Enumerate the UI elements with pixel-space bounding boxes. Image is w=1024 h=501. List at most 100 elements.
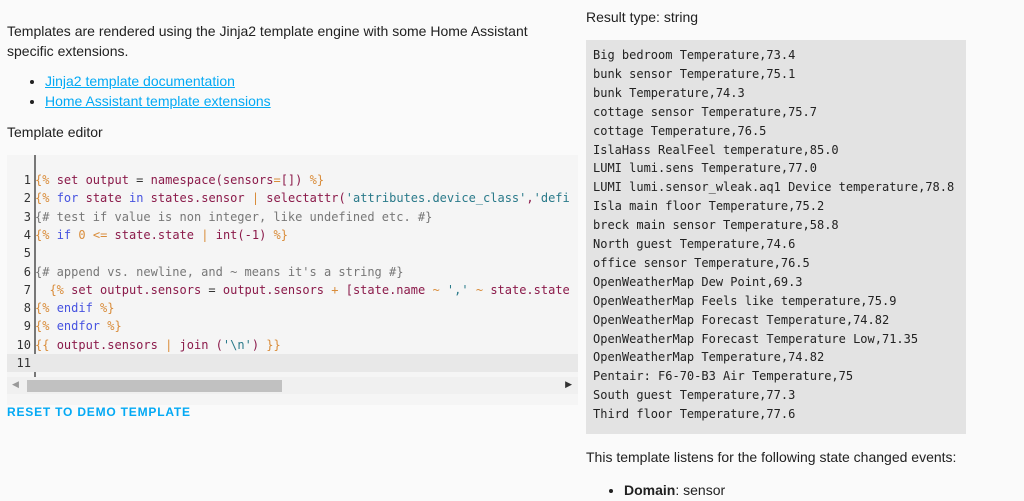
code-token: {# test if value is non integer, like un… <box>35 209 433 224</box>
code-token: ',' <box>446 282 469 297</box>
code-token: ) <box>251 337 267 352</box>
code-token: '\n' <box>222 337 252 352</box>
result-line: cottage Temperature,76.5 <box>593 123 767 138</box>
listen-domain-list: Domain: sensor <box>606 482 725 498</box>
code-token: selectattr( <box>266 191 346 206</box>
scroll-left-icon[interactable]: ◀ <box>12 379 19 390</box>
code-token: 'defi <box>533 191 570 206</box>
code-line[interactable]: 2 {% for state in states.sensor | selecta… <box>7 189 578 207</box>
line-number: 1 <box>23 173 31 187</box>
code-line[interactable]: 10 {{ output.sensors | join ('\n') }} <box>7 336 578 354</box>
domain-label: Domain <box>624 482 676 498</box>
result-line: IslaHass RealFeel temperature,85.0 <box>593 142 839 157</box>
code-token: {% <box>35 301 50 316</box>
template-editor[interactable]: 1 {% set output = namespace(sensors=[]) %… <box>7 155 578 405</box>
code-token: states.sensor <box>150 191 245 206</box>
result-line: LUMI lumi.sensor_wleak.aq1 Device temper… <box>593 180 955 195</box>
code-token: %} <box>107 319 122 334</box>
code-token: []) <box>280 173 310 187</box>
code-token: {# append vs. newline, and ~ means it's … <box>35 264 404 279</box>
code-line[interactable]: 11 <box>7 354 578 372</box>
code-text: {{ output.sensors | join ('\n') }} <box>35 336 281 354</box>
line-number: 8 <box>23 301 31 316</box>
code-text: {% if 0 <= state.state | int(-1) %} <box>35 226 288 244</box>
code-text: {# test if value is non integer, like un… <box>35 208 432 226</box>
result-line: Big bedroom Temperature,73.4 <box>593 48 796 62</box>
result-line: LUMI lumi.sens Temperature,77.0 <box>593 161 817 176</box>
result-line: OpenWeatherMap Forecast Temperature,74.8… <box>593 312 890 327</box>
code-token: , <box>526 191 534 206</box>
code-line[interactable]: 9 {% endfor %} <box>7 317 578 335</box>
code-text: {% endfor %} <box>35 317 122 335</box>
code-line[interactable]: 7 {% set output.sensors = output.sensors… <box>7 281 578 299</box>
code-line[interactable]: 8 {% endif %} <box>7 299 578 317</box>
result-line: office sensor Temperature,76.5 <box>593 255 810 270</box>
result-line: Isla main floor Temperature,75.2 <box>593 199 825 214</box>
code-token: for <box>56 191 79 206</box>
code-line[interactable]: 5 <box>7 244 578 262</box>
result-line: South guest Temperature,77.3 <box>593 388 796 403</box>
line-number: 3 <box>23 209 31 224</box>
scrollbar-thumb[interactable] <box>27 380 282 392</box>
listens-text: This template listens for the following … <box>586 449 957 465</box>
result-line: Third floor Temperature,77.6 <box>593 407 796 422</box>
code-token: {{ <box>35 337 50 352</box>
code-token: }} <box>266 337 281 352</box>
code-token: = <box>273 173 281 187</box>
code-token: {% <box>35 173 50 187</box>
line-number: 9 <box>23 319 31 334</box>
code-token: {% <box>35 319 50 334</box>
code-token: 0 <box>78 227 86 242</box>
code-token: %} <box>273 227 288 242</box>
code-text: {# append vs. newline, and ~ means it's … <box>35 263 403 281</box>
code-token: ~ <box>475 282 484 297</box>
code-token: = <box>128 173 151 187</box>
code-token: set output.sensors <box>71 282 202 297</box>
reset-to-demo-template-button[interactable]: RESET TO DEMO TEMPLATE <box>7 405 191 419</box>
code-token: {% <box>35 191 50 206</box>
code-line[interactable]: 4 {% if 0 <= state.state | int(-1) %} <box>7 226 578 244</box>
code-text: {% for state in states.sensor | selectat… <box>35 189 570 207</box>
code-token: 'attributes.device_class' <box>345 191 527 206</box>
code-line[interactable]: 1 {% set output = namespace(sensors=[]) %… <box>7 171 578 189</box>
code-line[interactable]: 6 {# append vs. newline, and ~ means it's… <box>7 263 578 281</box>
result-line: North guest Temperature,74.6 <box>593 237 796 251</box>
scroll-right-icon[interactable]: ▶ <box>565 379 572 390</box>
line-number: 6 <box>23 264 31 279</box>
jinja2-docs-link[interactable]: Jinja2 template documentation <box>45 73 235 89</box>
result-type: Result type: string <box>586 9 699 25</box>
code-text: {% endif %} <box>35 299 115 317</box>
code-token: ~ <box>432 282 440 297</box>
code-token: int(-1) <box>215 227 274 242</box>
code-token: {% <box>35 227 50 242</box>
code-token: output.sensors <box>222 282 325 297</box>
code-text: {% set output = namespace(sensors=[]) %} <box>35 171 324 189</box>
code-token: <= <box>92 227 108 242</box>
code-token: in <box>128 191 144 206</box>
result-line: OpenWeatherMap Temperature,74.82 <box>593 350 825 365</box>
result-line: cottage sensor Temperature,75.7 <box>593 104 817 119</box>
code-line[interactable]: 3 {# test if value is non integer, like u… <box>7 208 578 226</box>
line-number: 11 <box>16 356 31 370</box>
code-token: + <box>331 282 339 297</box>
horizontal-scrollbar[interactable]: ◀ ▶ <box>7 377 578 394</box>
ha-template-extensions-link[interactable]: Home Assistant template extensions <box>45 93 271 109</box>
code-token: output.sensors <box>56 337 158 352</box>
result-line: OpenWeatherMap Feels like temperature,75… <box>593 293 897 308</box>
code-token: endfor <box>56 319 101 334</box>
template-editor-label: Template editor <box>7 124 103 140</box>
